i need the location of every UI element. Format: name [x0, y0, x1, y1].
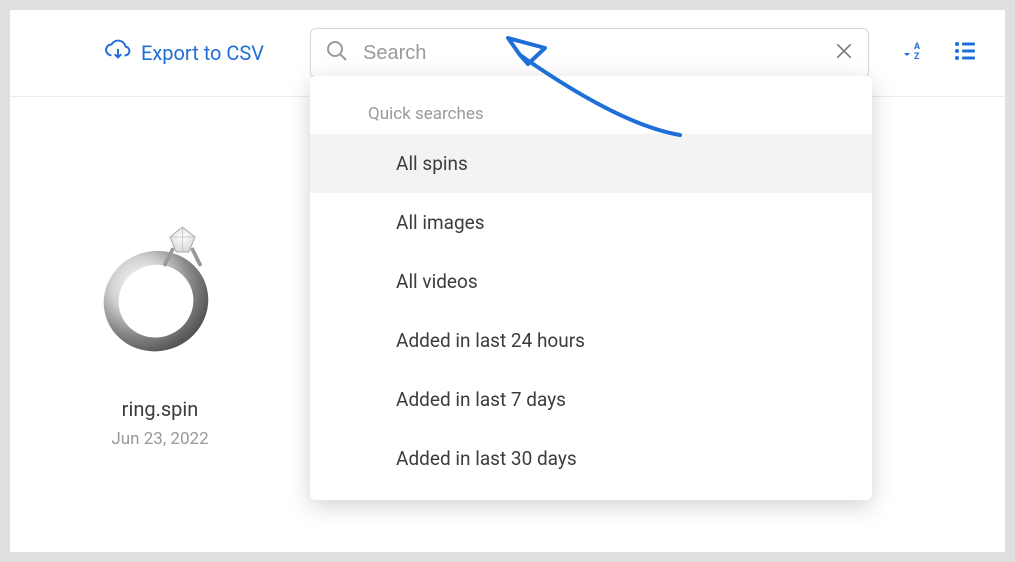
quick-search-item[interactable]: All images	[310, 193, 872, 252]
file-name: ring.spin	[50, 397, 270, 421]
app-window: Export to CSV Quic	[10, 10, 1005, 552]
search-box[interactable]	[310, 28, 869, 78]
file-thumbnail	[70, 197, 250, 377]
svg-text:Z: Z	[914, 52, 920, 62]
toolbar-actions: A Z	[901, 39, 977, 67]
toolbar: Export to CSV Quic	[10, 10, 1005, 97]
clear-search-button[interactable]	[834, 41, 854, 65]
quick-search-item[interactable]: All spins	[310, 134, 872, 193]
quick-search-item[interactable]: Added in last 7 days	[310, 370, 872, 429]
search-icon	[325, 39, 349, 67]
quick-search-item[interactable]: All videos	[310, 252, 872, 311]
export-csv-button[interactable]: Export to CSV	[105, 38, 264, 69]
quick-search-item[interactable]: Added in last 30 days	[310, 429, 872, 488]
list-view-button[interactable]	[953, 39, 977, 67]
dropdown-header: Quick searches	[310, 104, 872, 134]
export-csv-label: Export to CSV	[141, 41, 264, 65]
svg-text:A: A	[914, 42, 921, 52]
quick-search-item[interactable]: Added in last 24 hours	[310, 311, 872, 370]
file-date: Jun 23, 2022	[50, 429, 270, 449]
sort-button[interactable]: A Z	[901, 39, 925, 67]
quick-search-dropdown: Quick searches All spins All images All …	[310, 76, 872, 500]
cloud-download-icon	[105, 38, 131, 69]
file-item[interactable]: ring.spin Jun 23, 2022	[50, 197, 270, 449]
search-input[interactable]	[363, 42, 820, 65]
search-container: Quick searches All spins All images All …	[310, 28, 869, 78]
